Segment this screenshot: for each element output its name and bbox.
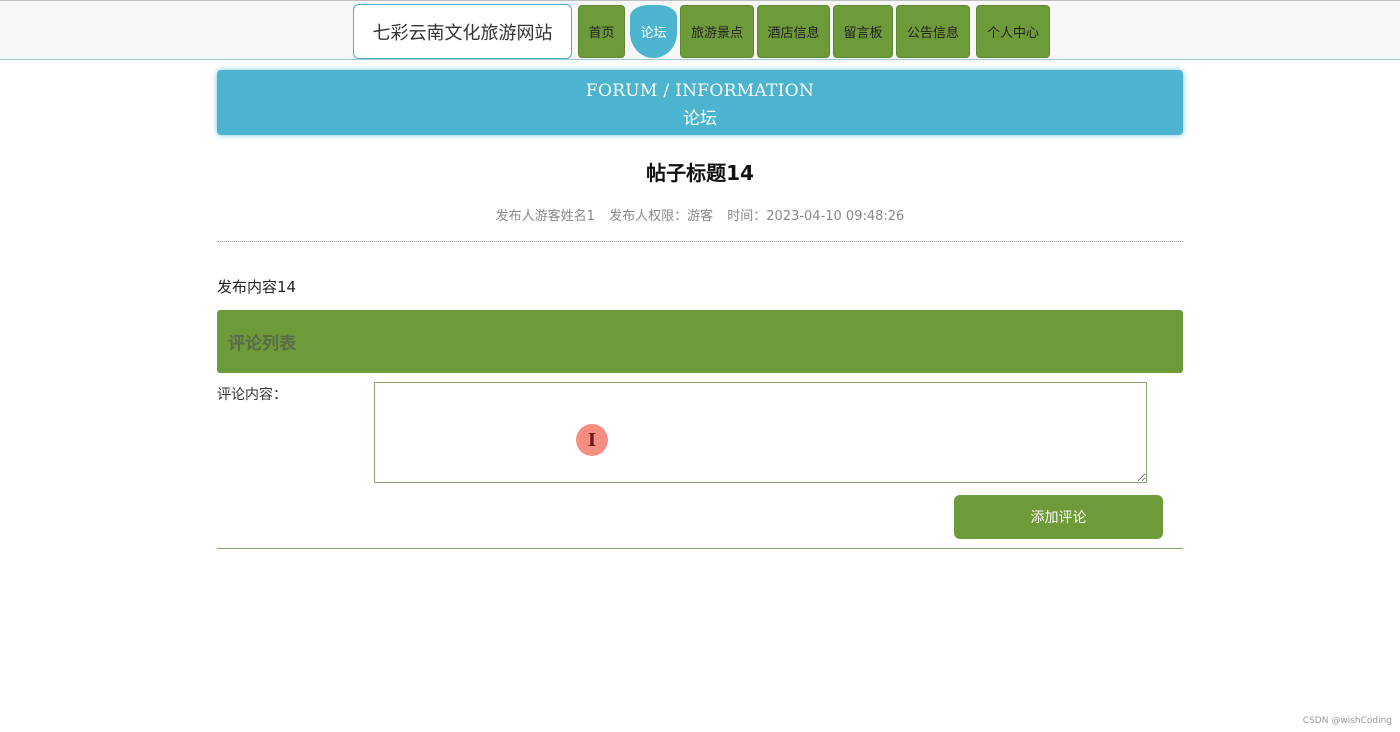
nav-item-home[interactable]: 首页 xyxy=(578,5,625,58)
nav-item-hotels[interactable]: 酒店信息 xyxy=(757,5,830,58)
top-navigation-bar: 七彩云南文化旅游网站 首页 论坛 旅游景点 酒店信息 留言板 公告信息 个人中心 xyxy=(0,0,1400,60)
nav-item-forum[interactable]: 论坛 xyxy=(630,5,677,58)
post-title: 帖子标题14 xyxy=(646,161,754,185)
section-banner: FORUM / INFORMATION 论坛 xyxy=(217,70,1183,135)
nav-item-message-board[interactable]: 留言板 xyxy=(833,5,893,58)
banner-title-chinese: 论坛 xyxy=(683,109,717,129)
nav-item-attractions[interactable]: 旅游景点 xyxy=(680,5,754,58)
nav-item-personal-center[interactable]: 个人中心 xyxy=(976,5,1050,58)
comments-list-header: 评论列表 xyxy=(217,310,1183,373)
add-comment-button[interactable]: 添加评论 xyxy=(954,495,1163,539)
site-title[interactable]: 七彩云南文化旅游网站 xyxy=(353,4,572,59)
post-divider xyxy=(217,241,1183,242)
comments-divider xyxy=(217,548,1183,549)
watermark: CSDN @wishCoding xyxy=(1302,716,1392,726)
nav-item-announcements[interactable]: 公告信息 xyxy=(896,5,970,58)
comment-input-label: 评论内容： xyxy=(217,387,287,403)
banner-title-english: FORUM / INFORMATION xyxy=(585,81,815,101)
post-content: 发布内容14 xyxy=(217,278,297,296)
post-role: 发布人权限：游客 xyxy=(609,209,714,224)
post-author: 发布人游客姓名1 xyxy=(495,209,595,224)
post-time: 时间：2023-04-10 09:48:26 xyxy=(727,209,905,224)
post-meta: 发布人游客姓名1 发布人权限：游客 时间：2023-04-10 09:48:26 xyxy=(217,205,1183,224)
comment-textarea[interactable] xyxy=(374,382,1147,483)
